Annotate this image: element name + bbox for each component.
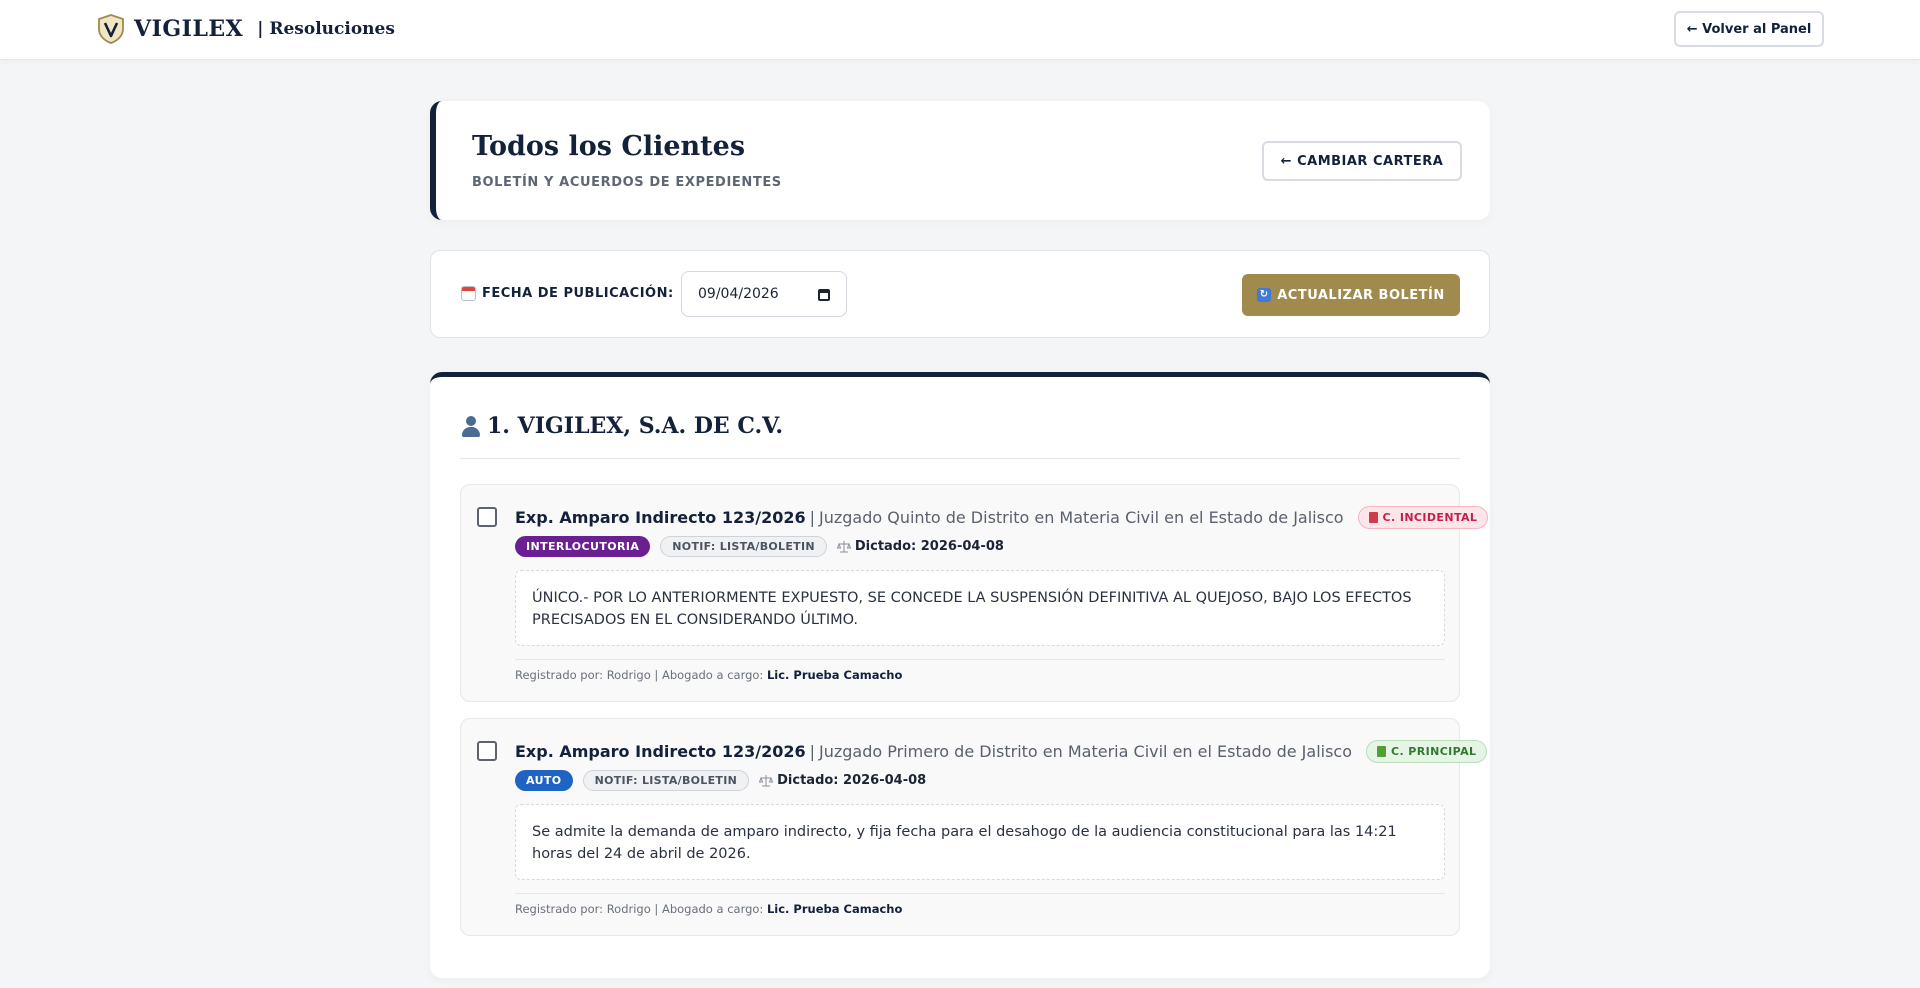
page-title: Todos los Clientes <box>472 131 746 162</box>
dictated-date-text: Dictado: 2026-04-08 <box>777 773 927 788</box>
resolution-tags: INTERLOCUTORIA NOTIF: LISTA/BOLETIN Dict… <box>515 536 1004 557</box>
cuaderno-badge: C. PRINCIPAL <box>1366 740 1488 763</box>
resolution-type-badge: INTERLOCUTORIA <box>515 536 651 557</box>
court-name: Juzgado Primero de Distrito en Materia C… <box>819 742 1352 761</box>
refresh-icon: ↻ <box>1257 288 1272 302</box>
publication-date-filter: FECHA DE PUBLICACIÓN: 09/04/2026 ↻ ACTUA… <box>430 250 1490 338</box>
update-bulletin-label: ACTUALIZAR BOLETÍN <box>1277 287 1445 303</box>
scale-icon <box>836 540 851 552</box>
resolution-header: Exp. Amparo Indirecto 123/2026 | Juzgado… <box>515 740 1488 763</box>
publication-date-label: FECHA DE PUBLICACIÓN: <box>461 286 674 301</box>
lawyer-name: Lic. Prueba Camacho <box>766 668 903 682</box>
resolution-item: Exp. Amparo Indirecto 123/2026 | Juzgado… <box>460 484 1489 702</box>
header-separator: | <box>809 742 815 761</box>
calendar-icon <box>461 286 476 301</box>
dictated-date: Dictado: 2026-04-08 <box>759 773 926 788</box>
client-title: 1. VIGILEX, S.A. DE C.V. <box>460 413 783 439</box>
page-subtitle: BOLETÍN Y ACUERDOS DE EXPEDIENTES <box>472 175 782 190</box>
publication-date-label-text: FECHA DE PUBLICACIÓN: <box>482 286 674 301</box>
registered-by-text: Registrado por: Rodrigo | Abogado a carg… <box>515 902 764 916</box>
brand-name: VIGILEX <box>134 16 244 42</box>
header-separator: | <box>809 508 815 527</box>
top-navbar: VIGILEX | Resoluciones ← Volver al Panel <box>0 0 1920 60</box>
divider <box>515 659 1445 660</box>
lawyer-name: Lic. Prueba Camacho <box>766 902 903 916</box>
cuaderno-label: C. INCIDENTAL <box>1382 511 1478 524</box>
client-name: 1. VIGILEX, S.A. DE C.V. <box>487 413 784 439</box>
publication-date-value: 09/04/2026 <box>698 286 779 302</box>
dictated-date-text: Dictado: 2026-04-08 <box>854 539 1004 554</box>
resolution-type-badge: AUTO <box>515 770 573 791</box>
resolution-summary: Se admite la demanda de amparo indirecto… <box>515 804 1445 880</box>
update-bulletin-button[interactable]: ↻ ACTUALIZAR BOLETÍN <box>1242 274 1460 316</box>
cuaderno-label: C. PRINCIPAL <box>1391 745 1477 758</box>
change-portfolio-button[interactable]: ← CAMBIAR CARTERA <box>1262 141 1462 181</box>
person-icon <box>460 415 482 437</box>
notification-badge: NOTIF: LISTA/BOLETIN <box>660 536 827 557</box>
registered-by: Registrado por: Rodrigo | Abogado a carg… <box>515 668 902 682</box>
resolution-item: Exp. Amparo Indirecto 123/2026 | Juzgado… <box>460 718 1488 936</box>
registered-by-text: Registrado por: Rodrigo | Abogado a carg… <box>515 668 764 682</box>
divider <box>460 458 1460 459</box>
dictated-date: Dictado: 2026-04-08 <box>836 539 1004 554</box>
book-icon <box>1377 746 1386 757</box>
resolution-header: Exp. Amparo Indirecto 123/2026 | Juzgado… <box>515 506 1489 529</box>
cuaderno-badge: C. INCIDENTAL <box>1357 506 1489 529</box>
resolution-summary: ÚNICO.- POR LO ANTERIORMENTE EXPUESTO, S… <box>515 570 1445 646</box>
expediente-number: Exp. Amparo Indirecto 123/2026 <box>515 742 806 761</box>
resolution-tags: AUTO NOTIF: LISTA/BOLETIN Dictado: 2026-… <box>515 770 926 791</box>
expediente-number: Exp. Amparo Indirecto 123/2026 <box>515 508 806 527</box>
section-name: | Resoluciones <box>257 19 395 39</box>
brand[interactable]: VIGILEX | Resoluciones <box>96 13 395 45</box>
court-name: Juzgado Quinto de Distrito en Materia Ci… <box>819 508 1344 527</box>
resolution-checkbox[interactable] <box>477 741 497 761</box>
scale-icon <box>759 774 774 786</box>
back-to-panel-button[interactable]: ← Volver al Panel <box>1674 11 1824 47</box>
book-icon <box>1368 512 1378 523</box>
notification-badge: NOTIF: LISTA/BOLETIN <box>582 770 750 791</box>
divider <box>515 893 1445 894</box>
vigilex-logo-icon <box>98 14 124 44</box>
resolution-checkbox[interactable] <box>477 507 497 527</box>
page-header-card: Todos los Clientes BOLETÍN Y ACUERDOS DE… <box>430 101 1490 220</box>
client-card: 1. VIGILEX, S.A. DE C.V. Exp. Amparo Ind… <box>430 372 1490 978</box>
publication-date-input[interactable]: 09/04/2026 <box>681 271 847 317</box>
registered-by: Registrado por: Rodrigo | Abogado a carg… <box>515 902 902 916</box>
date-picker-icon[interactable] <box>818 289 830 301</box>
